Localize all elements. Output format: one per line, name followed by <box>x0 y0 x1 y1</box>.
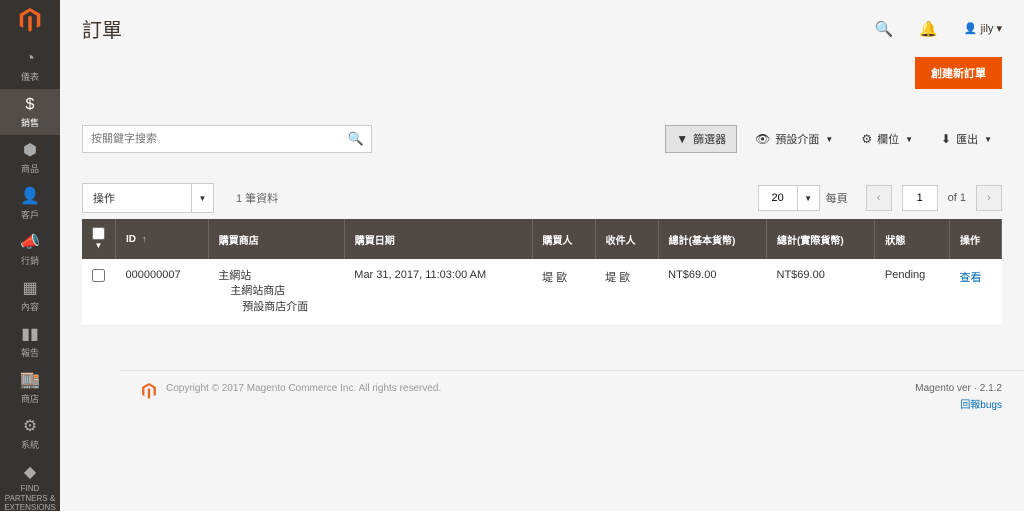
nav-system[interactable]: ⚙系統 <box>0 411 60 457</box>
nav-customers[interactable]: 👤客戶 <box>0 181 60 227</box>
nav-stores[interactable]: 🏬商店 <box>0 365 60 411</box>
table-row[interactable]: 000000007 主網站 主網站商店 預設商店介面 Mar 31, 2017,… <box>82 259 1002 326</box>
store-icon: 🏬 <box>0 373 60 389</box>
col-date[interactable]: 購買日期 <box>344 219 532 259</box>
cell-status: Pending <box>875 259 950 326</box>
export-button[interactable]: ⬇匯出▼ <box>931 126 1002 152</box>
nav-sales[interactable]: $銷售 <box>0 89 60 135</box>
filters-button[interactable]: ▼篩選器 <box>665 125 737 153</box>
page-total: of 1 <box>948 192 966 204</box>
nav-content[interactable]: ▦內容 <box>0 273 60 319</box>
dashboard-icon: ◔ <box>0 51 60 67</box>
copyright: Copyright © 2017 Magento Commerce Inc. A… <box>166 383 915 394</box>
footer: Copyright © 2017 Magento Commerce Inc. A… <box>120 370 1024 511</box>
nav-marketing[interactable]: 📣行銷 <box>0 227 60 273</box>
cell-id: 000000007 <box>116 259 209 326</box>
chevron-down-icon[interactable]: ▼ <box>192 183 214 213</box>
nav-extensions[interactable]: ◆FIND PARTNERS & EXTENSIONS <box>0 457 60 519</box>
prev-page-button[interactable]: ‹ <box>866 185 892 211</box>
cell-buyer: 堤 歐 <box>532 259 595 326</box>
orders-table: ▼ ID 購買商店 購買日期 購買人 收件人 總計(基本貨幣) 總計(實際貨幣)… <box>82 219 1002 326</box>
view-link[interactable]: 查看 <box>960 272 982 284</box>
cell-total-paid: NT$69.00 <box>767 259 875 326</box>
gear-icon: ⚙ <box>861 132 872 146</box>
per-page-label: 每頁 <box>826 190 848 206</box>
pager: ‹ of 1 › <box>866 185 1002 211</box>
col-recipient[interactable]: 收件人 <box>595 219 658 259</box>
nav-dashboard[interactable]: ◔儀表 <box>0 43 60 89</box>
nav-reports[interactable]: ▮▮報告 <box>0 319 60 365</box>
cell-store: 主網站 主網站商店 預設商店介面 <box>208 259 344 326</box>
funnel-icon: ▼ <box>676 132 688 146</box>
next-page-button[interactable]: › <box>976 185 1002 211</box>
notifications-icon[interactable]: 🔔 <box>919 20 938 38</box>
cell-date: Mar 31, 2017, 11:03:00 AM <box>344 259 532 326</box>
version-label: Magento ver · 2.1.2 <box>915 383 1002 394</box>
col-total-base[interactable]: 總計(基本貨幣) <box>658 219 766 259</box>
search-submit-icon[interactable]: 🔍 <box>348 131 364 147</box>
topbar: 訂單 🔍 🔔 👤 jily ▾ <box>60 0 1024 49</box>
download-icon: ⬇ <box>941 132 951 146</box>
cell-total-base: NT$69.00 <box>658 259 766 326</box>
col-action: 操作 <box>950 219 1002 259</box>
col-total-paid[interactable]: 總計(實際貨幣) <box>767 219 875 259</box>
megaphone-icon: 📣 <box>0 235 60 251</box>
chevron-down-icon: ▼ <box>905 135 913 144</box>
nav-products[interactable]: ⬢商品 <box>0 135 60 181</box>
eye-icon: 👁 <box>755 132 770 146</box>
cell-recipient: 堤 歐 <box>595 259 658 326</box>
select-all-checkbox[interactable] <box>92 227 105 240</box>
layers-icon: ▦ <box>0 281 60 297</box>
page-size: ▼ <box>758 185 820 211</box>
bulk-actions-dropdown[interactable]: 操作 ▼ <box>82 183 214 213</box>
person-icon: 👤 <box>0 189 60 205</box>
records-found: 1 筆資料 <box>236 190 278 206</box>
grid-controls: 操作 ▼ 1 筆資料 ▼ 每頁 ‹ of 1 › <box>82 183 1002 213</box>
chevron-down-icon: ▼ <box>984 135 992 144</box>
search-input[interactable] <box>82 125 372 153</box>
search-icon[interactable]: 🔍 <box>874 20 893 38</box>
col-store[interactable]: 購買商店 <box>208 219 344 259</box>
columns-button[interactable]: ⚙欄位▼ <box>851 126 923 152</box>
chevron-down-icon[interactable]: ▼ <box>798 185 820 211</box>
user-menu[interactable]: 👤 jily ▾ <box>964 22 1002 35</box>
cube-icon: ⬢ <box>0 143 60 159</box>
sidebar: ◔儀表 $銷售 ⬢商品 👤客戶 📣行銷 ▦內容 ▮▮報告 🏬商店 ⚙系統 ◆FI… <box>0 0 60 511</box>
chevron-down-icon: ▼ <box>825 135 833 144</box>
col-id[interactable]: ID <box>116 219 209 259</box>
chevron-down-icon[interactable]: ▼ <box>92 241 105 250</box>
col-status[interactable]: 狀態 <box>875 219 950 259</box>
create-order-button[interactable]: 創建新訂單 <box>915 57 1002 89</box>
chart-icon: ▮▮ <box>0 327 60 343</box>
magento-logo <box>19 8 41 35</box>
col-checkbox: ▼ <box>82 219 116 259</box>
main: 訂單 🔍 🔔 👤 jily ▾ 創建新訂單 🔍 ▼篩選器 👁預設介面▼ ⚙欄位▼… <box>60 0 1024 511</box>
dollar-icon: $ <box>0 97 60 113</box>
magento-logo-icon <box>142 383 156 402</box>
row-checkbox[interactable] <box>92 269 105 282</box>
partners-icon: ◆ <box>0 465 60 481</box>
page-size-input[interactable] <box>758 185 798 211</box>
page-title: 訂單 <box>82 14 122 43</box>
gear-icon: ⚙ <box>0 419 60 435</box>
page-input[interactable] <box>902 185 938 211</box>
report-bugs-link[interactable]: 回報bugs <box>915 396 1002 411</box>
filter-bar: 🔍 ▼篩選器 👁預設介面▼ ⚙欄位▼ ⬇匯出▼ <box>82 125 1002 153</box>
col-buyer[interactable]: 購買人 <box>532 219 595 259</box>
search-box: 🔍 <box>82 125 372 153</box>
default-view-button[interactable]: 👁預設介面▼ <box>745 126 843 152</box>
